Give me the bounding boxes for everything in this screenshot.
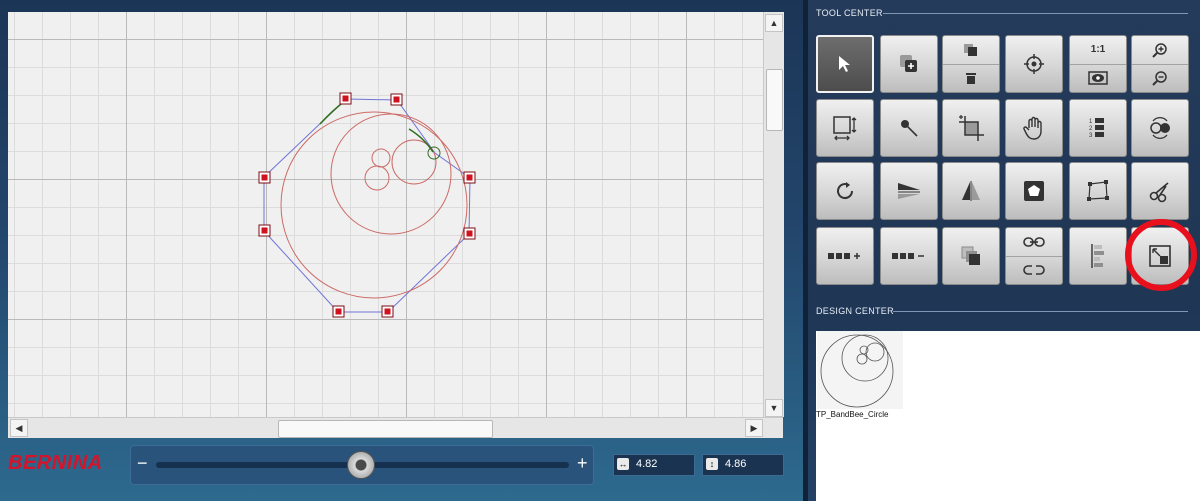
pentagon-icon [1023,180,1045,202]
one-to-one-text: 1:1 [1090,44,1106,56]
zoom-out-icon[interactable] [1132,63,1188,93]
zoom-out-button[interactable]: − [137,452,148,474]
vertical-arrows-icon: ↕ [706,458,718,470]
horizontal-arrows-icon: ↔ [617,458,629,470]
rotate-icon [833,179,857,203]
align-tool-button[interactable] [1069,227,1127,285]
design-canvas[interactable] [8,12,763,417]
nodes-icon [1085,179,1111,203]
design-outer-circle [280,111,468,299]
remove-points-tool-button[interactable] [880,227,938,285]
horizontal-scrollbar[interactable]: ◀ ▶ [8,417,783,438]
one-to-one-label[interactable]: 1:1 [1070,36,1126,64]
add-points-tool-button[interactable] [816,227,874,285]
add-points-icon [827,250,863,262]
crop-icon [957,114,985,142]
height-field[interactable]: ↕ 4.86 [702,454,784,476]
link-icon[interactable] [1006,228,1062,256]
center-tool-button[interactable] [1005,35,1063,93]
resize-tool-button[interactable] [816,99,874,157]
trash-icon[interactable] [943,63,999,93]
design-thumbnail[interactable] [817,331,903,409]
selection-outline [263,98,471,313]
resize-icon [831,114,859,142]
mirror-horizontal-icon [895,179,923,203]
highlight-circle [1125,219,1197,291]
height-value: 4.86 [725,458,747,470]
svg-text:3: 3 [1089,133,1093,139]
design-tiny-circle-2 [364,165,390,191]
eye-icon[interactable] [1070,63,1126,93]
scroll-up-arrow-icon[interactable]: ▲ [765,14,783,32]
scissors-icon [1148,179,1172,203]
arrow-pointer-icon [837,55,853,73]
scroll-left-arrow-icon[interactable]: ◀ [10,419,28,437]
pan-tool-button[interactable] [1005,99,1063,157]
numbered-list-icon: 123 [1088,116,1108,140]
zoom-in-button[interactable]: + [577,452,588,474]
bernina-logo: BERNINA [8,452,103,474]
svg-text:1: 1 [1089,119,1093,125]
crop-tool-button[interactable] [942,99,1000,157]
duplicate-icon [898,53,920,75]
zoom-slider-bar: − + [130,445,594,485]
tool-center-title: TOOL CENTER [816,8,883,18]
zoom-tool-button[interactable] [1131,35,1189,93]
vertical-scrollbar[interactable]: ▲ ▼ [763,12,784,417]
copy-icon[interactable] [943,36,999,64]
node-edit-tool-button[interactable] [1069,162,1127,220]
design-tiny-circle-1 [371,148,391,168]
hand-icon [1023,116,1045,140]
cut-tool-button[interactable] [1131,162,1189,220]
shape-tool-button[interactable] [1005,162,1063,220]
design-thumbnail-label: TP_BandBee_Circle [816,410,889,419]
pin-tool-button[interactable] [880,99,938,157]
design-drawing [258,92,476,318]
select-tool-button[interactable] [816,35,874,93]
crosshair-icon [1022,52,1046,76]
duplicate-tool-button[interactable] [880,35,938,93]
pin-icon [897,116,921,140]
design-thumbnail-image [820,334,894,408]
svg-text:2: 2 [1089,126,1093,132]
layers-icon [959,244,983,268]
unlink-icon[interactable] [1006,255,1062,285]
tool-center-divider [883,13,1188,14]
scroll-right-arrow-icon[interactable]: ▶ [745,419,763,437]
mirror-vertical-tool-button[interactable] [942,162,1000,220]
design-center-divider [893,311,1188,312]
one-to-one-view-tool-button[interactable]: 1:1 [1069,35,1127,93]
vertical-scroll-thumb[interactable] [766,69,783,131]
rotate-tool-button[interactable] [816,162,874,220]
horizontal-scroll-thumb[interactable] [278,420,493,438]
design-center-title: DESIGN CENTER [816,306,894,316]
layer-order-tool-button[interactable] [942,227,1000,285]
width-value: 4.82 [636,458,658,470]
copy-delete-tool-button[interactable] [942,35,1000,93]
link-tool-button[interactable] [1005,227,1063,285]
mirror-horizontal-tool-button[interactable] [880,162,938,220]
mirror-vertical-icon [958,179,984,203]
circles-refresh-icon [1147,115,1173,141]
width-field[interactable]: ↔ 4.82 [613,454,695,476]
zoom-slider-knob[interactable] [347,451,375,479]
sequence-tool-button[interactable]: 123 [1069,99,1127,157]
color-sort-tool-button[interactable] [1131,99,1189,157]
zoom-in-icon[interactable] [1132,36,1188,64]
remove-points-icon [891,250,927,262]
scroll-down-arrow-icon[interactable]: ▼ [765,399,783,417]
align-icon [1086,242,1110,270]
